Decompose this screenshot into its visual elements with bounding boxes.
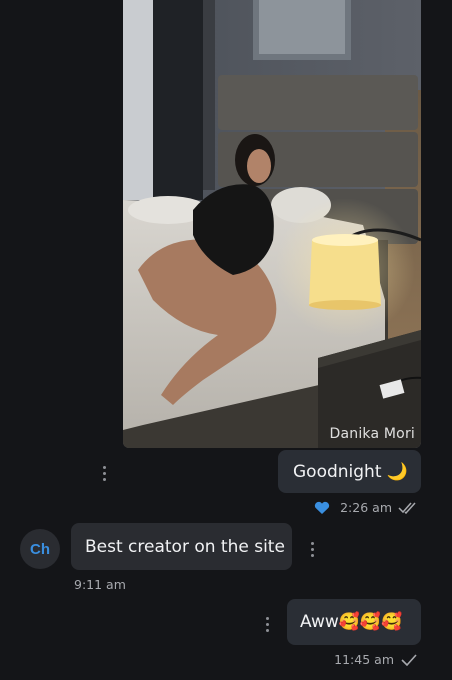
photo-watermark: Danika Mori (329, 426, 415, 442)
photo-attachment[interactable]: Danika Mori (123, 0, 421, 448)
read-checkmarks-icon (398, 501, 416, 514)
message-meta: 11:45 am (334, 652, 418, 667)
message-options-icon[interactable] (102, 466, 106, 481)
message-options-icon[interactable] (310, 542, 314, 557)
avatar-initials: Ch (30, 540, 50, 558)
message-text: Goodnight 🌙 (293, 461, 409, 482)
message-meta: 2:26 am (314, 500, 418, 515)
bedroom-photo (123, 0, 421, 448)
message-time: 2:26 am (340, 500, 392, 515)
avatar[interactable]: Ch (20, 529, 60, 569)
message-bubble-incoming[interactable]: Best creator on the site (71, 523, 292, 570)
heart-icon[interactable] (314, 501, 330, 515)
message-options-icon[interactable] (265, 617, 269, 632)
message-bubble-outgoing[interactable]: Aww🥰🥰🥰 (287, 599, 421, 645)
message-time: 9:11 am (74, 577, 126, 592)
message-text: Aww🥰🥰🥰 (300, 612, 403, 632)
message-time: 11:45 am (334, 652, 394, 667)
sent-checkmark-icon (401, 653, 417, 666)
message-text: Best creator on the site (85, 536, 285, 557)
message-meta: 9:11 am (74, 577, 126, 592)
message-bubble-outgoing[interactable]: Goodnight 🌙 (278, 450, 421, 493)
